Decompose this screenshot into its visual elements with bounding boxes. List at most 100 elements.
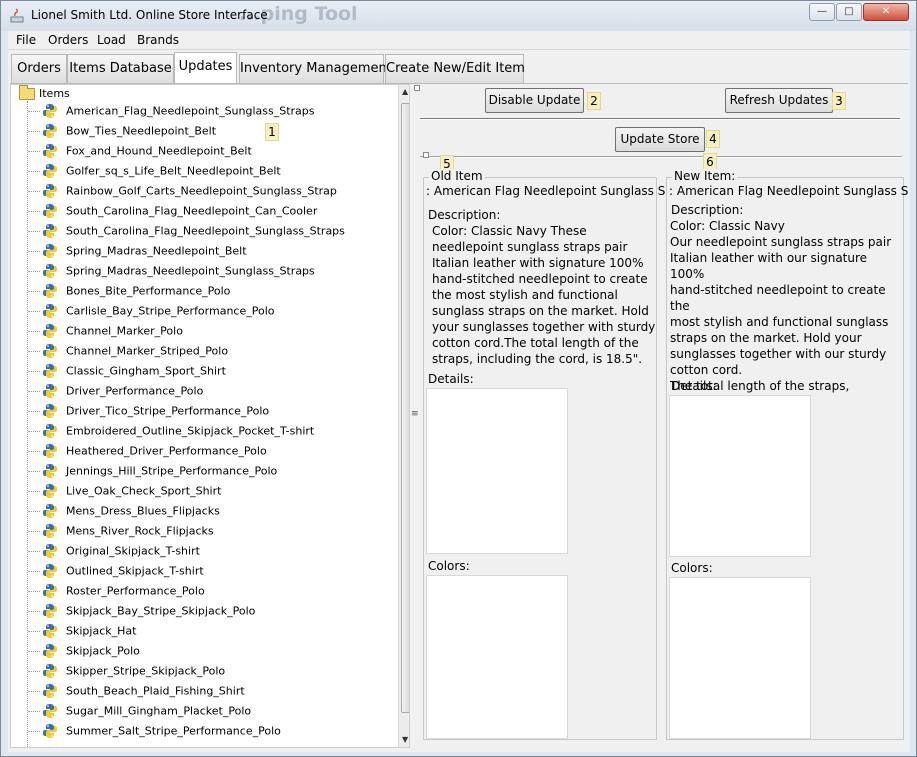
tree-item[interactable]: Golfer_sq_s_Life_Belt_Needlepoint_Belt (28, 163, 281, 183)
tree-item[interactable]: Spring_Madras_Needlepoint_Sunglass_Strap… (28, 263, 315, 283)
description-line: sunglasses together with our sturdy (670, 347, 887, 361)
python-file-icon (42, 383, 58, 399)
tree-item[interactable]: Mens_River_Rock_Flipjacks (28, 523, 214, 543)
menu-orders[interactable]: Orders (48, 33, 88, 47)
python-file-icon (42, 183, 58, 199)
tree-item-label: Driver_Performance_Polo (66, 384, 204, 398)
tab-create-edit-item[interactable]: Create New/Edit Item (385, 54, 525, 83)
description-line: Our needlepoint sunglass straps pair (670, 235, 892, 249)
description-line: most stylish and functional sunglass (670, 315, 889, 329)
tree-item-label: Spring_Madras_Needlepoint_Sunglass_Strap… (66, 264, 315, 278)
tree-item[interactable]: American_Flag_Needlepoint_Sunglass_Strap… (28, 103, 315, 123)
scroll-down-arrow-icon[interactable]: ▼ (402, 735, 408, 744)
tree-item[interactable]: South_Carolina_Flag_Needlepoint_Sunglass… (28, 223, 345, 243)
tree-item-label: Bow_Ties_Needlepoint_Belt (66, 124, 217, 138)
tree-item[interactable]: Original_Skipjack_T-shirt (28, 543, 200, 563)
menu-file[interactable]: File (16, 33, 36, 47)
python-file-icon (42, 263, 58, 279)
update-store-button[interactable]: Update Store (615, 127, 705, 152)
tree-item[interactable]: Carlisle_Bay_Stripe_Performance_Polo (28, 303, 275, 323)
python-file-icon (42, 543, 58, 559)
tree-item[interactable]: Driver_Performance_Polo (28, 383, 203, 403)
description-line: straps, including the cord, is 18.5". (432, 352, 643, 366)
old-details-box[interactable] (426, 388, 568, 554)
tree-item[interactable]: Roster_Performance_Polo (28, 583, 205, 603)
tab-items-database[interactable]: Items Database (67, 54, 174, 83)
tree-item-label: Classic_Gingham_Sport_Shirt (66, 364, 226, 378)
old-colors-box[interactable] (426, 575, 568, 739)
java-app-icon (10, 8, 24, 23)
scrollbar-thumb[interactable] (401, 103, 409, 713)
tree-connector (28, 330, 40, 332)
tree-item[interactable]: South_Carolina_Flag_Needlepoint_Can_Cool… (28, 203, 317, 223)
lower-divider-handle[interactable] (423, 152, 429, 158)
tree-item[interactable]: Fox_and_Hound_Needlepoint_Belt (28, 143, 252, 163)
menu-load[interactable]: Load (97, 33, 126, 47)
tree-item[interactable]: Rainbow_Golf_Carts_Needlepoint_Sunglass_… (28, 183, 337, 203)
disable-update-button[interactable]: Disable Update (485, 88, 584, 113)
python-file-icon (42, 723, 58, 739)
tree-item[interactable]: Skipjack_Polo (28, 643, 140, 663)
tree-item[interactable]: Skipjack_Bay_Stripe_Skipjack_Polo (28, 603, 255, 623)
tree-scrollbar[interactable]: ▲ ▼ (398, 85, 409, 747)
python-file-icon (42, 163, 58, 179)
tree-item[interactable]: Outlined_Skipjack_T-shirt (28, 563, 204, 583)
tree-item-label: Mens_Dress_Blues_Flipjacks (66, 504, 220, 518)
tab-inventory-management[interactable]: Inventory Management (239, 54, 392, 83)
new-details-box[interactable] (669, 395, 811, 557)
tree-item[interactable]: Channel_Marker_Striped_Polo (28, 343, 228, 363)
top-divider-handle[interactable] (414, 85, 420, 91)
tree-item[interactable]: Summer_Salt_Stripe_Performance_Polo (28, 723, 281, 743)
annotation-badge-3: 3 (832, 92, 846, 110)
title-bar[interactable]: ...ping Tool Lionel Smith Ltd. Online St… (1, 1, 916, 31)
split-pane-divider[interactable]: ≡ (410, 84, 419, 748)
tree-item-label: South_Carolina_Flag_Needlepoint_Can_Cool… (66, 204, 318, 218)
python-file-icon (42, 323, 58, 339)
tree-item[interactable]: Jennings_Hill_Stripe_Performance_Polo (28, 463, 277, 483)
tree-connector (28, 130, 40, 132)
tree-item[interactable]: South_Beach_Plaid_Fishing_Shirt (28, 683, 245, 703)
tree-item-label: American_Flag_Needlepoint_Sunglass_Strap… (66, 104, 315, 118)
maximize-button[interactable]: □ (836, 3, 862, 21)
tree-item[interactable]: Skipper_Stripe_Skipjack_Polo (28, 663, 225, 683)
tree-item[interactable]: Heathered_Driver_Performance_Polo (28, 443, 267, 463)
tree-item[interactable]: Skipjack_Hat (28, 623, 136, 643)
tree-item[interactable]: Classic_Gingham_Sport_Shirt (28, 363, 226, 383)
tree-item[interactable]: Embroidered_Outline_Skipjack_Pocket_T-sh… (28, 423, 314, 443)
refresh-updates-button[interactable]: Refresh Updates (725, 88, 833, 113)
tree-item-label: Skipper_Stripe_Skipjack_Polo (66, 664, 226, 678)
tree-item[interactable]: Bow_Ties_Needlepoint_Belt (28, 123, 216, 143)
tree-connector (28, 470, 40, 472)
tree-item[interactable]: Driver_Tico_Stripe_Performance_Polo (28, 403, 269, 423)
tree-item[interactable]: Sugar_Mill_Gingham_Placket_Polo (28, 703, 251, 723)
tree-item-label: Heathered_Driver_Performance_Polo (66, 444, 267, 458)
tree-item[interactable]: Mens_Dress_Blues_Flipjacks (28, 503, 220, 523)
python-file-icon (42, 123, 58, 139)
python-file-icon (42, 703, 58, 719)
menu-brands[interactable]: Brands (137, 33, 179, 47)
old-details-label: Details: (428, 372, 474, 386)
python-file-icon (42, 623, 58, 639)
tree-connector (28, 610, 40, 612)
tree-item[interactable]: Spring_Madras_Needlepoint_Belt (28, 243, 247, 263)
new-colors-box[interactable] (669, 577, 811, 739)
new-description-label: Description: (671, 203, 744, 217)
tree-item[interactable]: Live_Oak_Check_Sport_Shirt (28, 483, 221, 503)
python-file-icon (42, 503, 58, 519)
close-button[interactable]: ✕ (863, 3, 909, 21)
tree-item[interactable]: Channel_Marker_Polo (28, 323, 183, 343)
tree-connector (28, 590, 40, 592)
tree-connector (28, 530, 40, 532)
old-item-name: : American Flag Needlepoint Sunglass S (426, 184, 666, 198)
tree-item[interactable]: Bones_Bite_Performance_Polo (28, 283, 230, 303)
python-file-icon (42, 463, 58, 479)
minimize-button[interactable]: — (809, 3, 835, 21)
tab-updates[interactable]: Updates (174, 52, 237, 84)
tree-connector (28, 430, 40, 432)
tree-connector (28, 210, 40, 212)
tree-connector (28, 190, 40, 192)
tab-orders[interactable]: Orders (11, 54, 67, 83)
scroll-up-arrow-icon[interactable]: ▲ (402, 87, 408, 96)
tree-connector (28, 390, 40, 392)
tree-root-label: Items (39, 87, 70, 100)
